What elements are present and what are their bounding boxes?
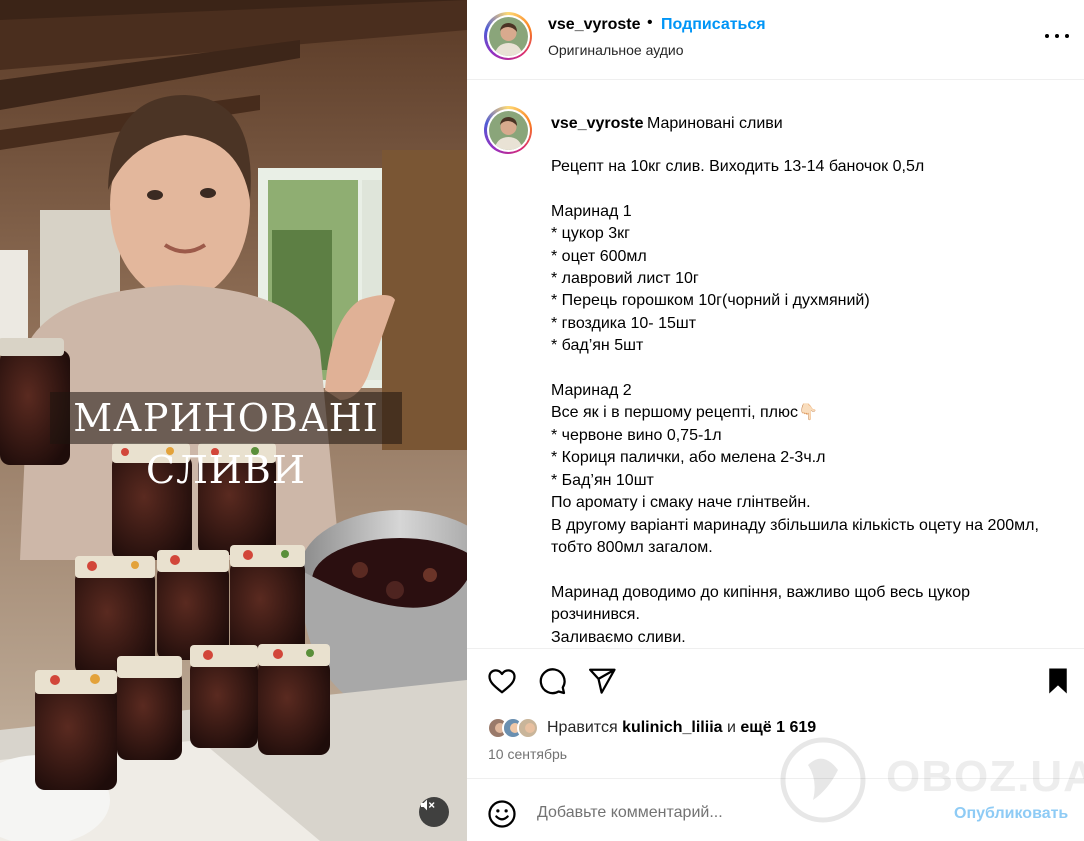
likes-text: Нравится kulinich_liliia и ещё 1 619	[547, 719, 817, 736]
bookmark-icon[interactable]	[1043, 666, 1073, 696]
add-comment-bar: Опубликовать	[467, 778, 1084, 841]
author-avatar[interactable]	[484, 12, 532, 60]
post-header: vse_vyroste • Подписаться Оригинальное а…	[467, 0, 1084, 80]
likes-count[interactable]: ещё 1 619	[740, 719, 816, 736]
author-username[interactable]: vse_vyroste	[548, 16, 641, 34]
heart-icon[interactable]	[487, 666, 517, 696]
caption-text: Рецепт на 10кг слив. Виходить 13-14 бано…	[551, 158, 1039, 646]
post-actions: Нравится kulinich_liliia и ещё 1 619 10 …	[467, 648, 1084, 778]
more-options-button[interactable]	[1045, 28, 1069, 44]
emoji-smile-icon[interactable]	[487, 799, 517, 829]
likes-summary[interactable]: Нравится kulinich_liliia и ещё 1 619	[487, 715, 816, 741]
more-horizontal-icon	[1045, 34, 1049, 38]
post-video[interactable]: МАРИНОВАНІ СЛИВИ	[0, 0, 467, 841]
post-details-panel: vse_vyroste • Подписаться Оригинальное а…	[467, 0, 1084, 841]
speaker-muted-icon	[421, 799, 435, 811]
liker-username[interactable]: kulinich_liliia	[622, 719, 722, 736]
caption-title: Мариновані сливи	[647, 115, 783, 132]
separator-dot: •	[647, 14, 653, 31]
post-date[interactable]: 10 сентябрь	[488, 746, 567, 762]
audio-label[interactable]: Оригинальное аудио	[548, 42, 684, 58]
comment-input[interactable]	[537, 801, 917, 825]
video-overlay-title: МАРИНОВАНІ СЛИВИ	[50, 392, 402, 492]
comment-bubble-icon[interactable]	[537, 666, 567, 696]
caption-username[interactable]: vse_vyroste	[551, 115, 644, 133]
paper-plane-icon[interactable]	[587, 666, 617, 696]
liker-avatar	[517, 717, 539, 739]
caption-author-avatar[interactable]	[484, 106, 532, 154]
follow-button[interactable]: Подписаться	[661, 16, 766, 34]
publish-button[interactable]: Опубликовать	[954, 805, 1068, 823]
caption-section: vse_vyroste Мариновані сливи Рецепт на 1…	[467, 81, 1084, 649]
mute-button[interactable]	[419, 797, 449, 827]
